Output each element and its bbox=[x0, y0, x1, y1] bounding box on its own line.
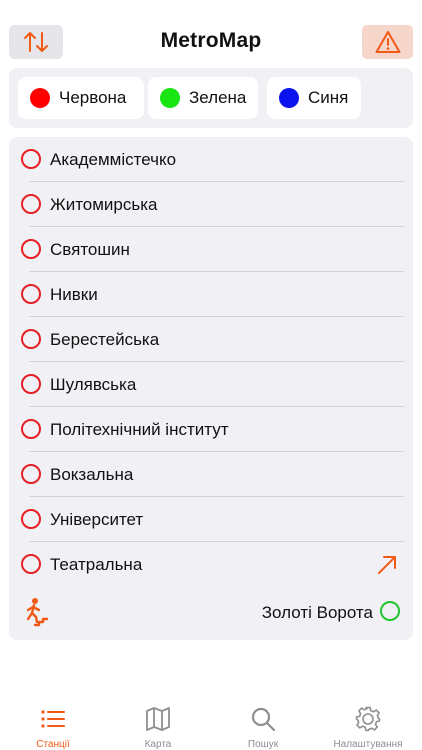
station-marker-icon bbox=[21, 284, 41, 304]
line-filter-panel: Червона Зелена Синя bbox=[9, 68, 413, 128]
tab-label: Карта bbox=[144, 739, 172, 750]
line-chip-label: Червона bbox=[59, 88, 127, 107]
station-marker-icon bbox=[21, 149, 41, 169]
warning-triangle-icon bbox=[375, 31, 400, 53]
transfer-station-marker-icon bbox=[380, 601, 400, 621]
station-name: Нивки bbox=[50, 285, 98, 304]
station-row[interactable]: Житомирська bbox=[9, 182, 413, 227]
green-line-dot bbox=[160, 88, 180, 108]
line-chip-label: Зелена bbox=[189, 88, 247, 107]
gear-icon bbox=[355, 706, 381, 732]
station-marker-icon bbox=[21, 239, 41, 259]
map-icon bbox=[146, 707, 170, 731]
station-marker-icon bbox=[21, 464, 41, 484]
red-line-dot bbox=[30, 88, 50, 108]
station-name: Університет bbox=[50, 510, 144, 529]
line-chip-green[interactable]: Зелена bbox=[148, 77, 258, 119]
station-name: Академмістечко bbox=[50, 150, 177, 169]
station-row[interactable]: Політехнічний інститут bbox=[9, 407, 413, 452]
station-name: Святошин bbox=[50, 240, 130, 259]
tab-bar: Станції Карта Пошук Налаштування bbox=[0, 690, 422, 750]
station-name: Політехнічний інститут bbox=[50, 420, 229, 439]
tab-label: Налаштування bbox=[333, 739, 403, 750]
station-marker-icon bbox=[21, 509, 41, 529]
station-marker-icon bbox=[21, 329, 41, 349]
station-name: Театральна bbox=[50, 555, 143, 574]
tab-settings[interactable]: Налаштування bbox=[318, 690, 418, 750]
tab-map[interactable]: Карта bbox=[108, 690, 208, 750]
station-row[interactable]: Святошин bbox=[9, 227, 413, 272]
station-row[interactable]: Академмістечко bbox=[9, 137, 413, 182]
transfer-station-name: Золоті Ворота bbox=[261, 603, 373, 622]
station-name: Шулявська bbox=[50, 375, 137, 394]
alert-button[interactable] bbox=[362, 25, 413, 59]
station-row[interactable]: Берестейська bbox=[9, 317, 413, 362]
tab-label: Пошук bbox=[247, 739, 279, 750]
station-name: Берестейська bbox=[50, 330, 160, 349]
tab-stations[interactable]: Станції bbox=[3, 690, 103, 750]
tab-search[interactable]: Пошук bbox=[213, 690, 313, 750]
station-list: Академмістечко Житомирська Святошин Нивк… bbox=[9, 137, 413, 640]
station-row[interactable]: Університет bbox=[9, 497, 413, 542]
station-name: Вокзальна bbox=[50, 465, 134, 484]
line-chip-blue[interactable]: Синя bbox=[267, 77, 361, 119]
station-row[interactable]: Вокзальна bbox=[9, 452, 413, 497]
search-icon bbox=[251, 707, 276, 732]
tab-label: Станції bbox=[36, 739, 70, 750]
walking-stairs-icon bbox=[26, 598, 48, 627]
arrow-up-right-icon[interactable] bbox=[376, 554, 398, 576]
blue-line-dot bbox=[279, 88, 299, 108]
app-title: MetroMap bbox=[160, 29, 262, 52]
list-icon bbox=[41, 710, 65, 728]
station-marker-icon bbox=[21, 419, 41, 439]
station-name: Житомирська bbox=[50, 195, 158, 214]
station-row[interactable]: Театральна bbox=[9, 542, 413, 587]
station-row[interactable]: Шулявська bbox=[9, 362, 413, 407]
station-marker-icon bbox=[21, 374, 41, 394]
station-row[interactable]: Нивки bbox=[9, 272, 413, 317]
station-marker-icon bbox=[21, 554, 41, 574]
line-chip-red[interactable]: Червона bbox=[18, 77, 144, 119]
station-marker-icon bbox=[21, 194, 41, 214]
top-bar: MetroMap bbox=[0, 0, 422, 64]
line-chip-label: Синя bbox=[308, 88, 349, 107]
transfer-row[interactable]: Золоті Ворота bbox=[9, 588, 413, 636]
